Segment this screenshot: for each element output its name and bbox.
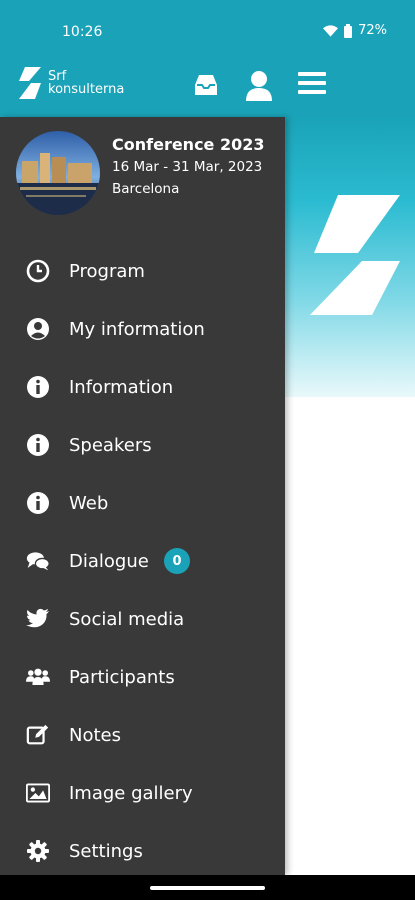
user-icon[interactable] <box>245 70 273 102</box>
status-indicators: 72% <box>323 23 387 38</box>
status-time: 10:26 <box>62 24 103 40</box>
menu-item-label: Social media <box>69 608 185 630</box>
chat-icon <box>26 549 50 573</box>
menu-item-participants[interactable]: Participants <box>0 648 285 706</box>
menu-item-label: Dialogue <box>69 550 149 572</box>
home-gesture-handle[interactable] <box>150 886 265 890</box>
info-icon <box>26 375 50 399</box>
menu-item-web[interactable]: Web <box>0 474 285 532</box>
menu-item-label: Program <box>69 260 145 282</box>
drawer-menu: Program My information Information Speak… <box>0 242 285 880</box>
menu-item-notes[interactable]: Notes <box>0 706 285 764</box>
battery-level: 72% <box>358 23 387 38</box>
menu-item-label: Information <box>69 376 174 398</box>
inbox-icon[interactable] <box>191 70 221 100</box>
menu-item-dialogue[interactable]: Dialogue 0 <box>0 532 285 590</box>
menu-item-settings[interactable]: Settings <box>0 822 285 880</box>
event-header[interactable]: Conference 2023 16 Mar - 31 Mar, 2023 Ba… <box>16 131 265 215</box>
status-bar: 10:26 72% <box>0 0 415 62</box>
logo-text: Srf konsulterna <box>48 70 124 96</box>
info-icon <box>26 491 50 515</box>
users-icon <box>26 665 50 689</box>
app-bar: Srf konsulterna <box>0 62 415 117</box>
info-icon <box>26 433 50 457</box>
event-title: Conference 2023 <box>112 135 265 154</box>
logo-watermark-icon <box>310 195 400 315</box>
navigation-drawer: Conference 2023 16 Mar - 31 Mar, 2023 Ba… <box>0 117 285 875</box>
menu-item-my-information[interactable]: My information <box>0 300 285 358</box>
menu-item-speakers[interactable]: Speakers <box>0 416 285 474</box>
menu-item-program[interactable]: Program <box>0 242 285 300</box>
logo: Srf konsulterna <box>16 66 124 100</box>
logo-line2: konsulterna <box>48 82 125 97</box>
system-nav-bar <box>0 875 415 900</box>
menu-item-label: Image gallery <box>69 782 193 804</box>
battery-icon <box>344 23 353 38</box>
menu-item-label: Speakers <box>69 434 152 456</box>
event-city: Barcelona <box>112 181 180 197</box>
twitter-icon <box>26 607 50 631</box>
image-icon <box>26 781 50 805</box>
event-photo <box>16 131 100 215</box>
unread-badge: 0 <box>164 548 190 574</box>
menu-item-label: Web <box>69 492 109 514</box>
clock-icon <box>26 259 50 283</box>
user-circle-icon <box>26 317 50 341</box>
event-dates: 16 Mar - 31 Mar, 2023 <box>112 159 263 175</box>
menu-icon[interactable] <box>297 68 327 98</box>
menu-item-social-media[interactable]: Social media <box>0 590 285 648</box>
edit-icon <box>26 723 50 747</box>
menu-item-label: Settings <box>69 840 143 862</box>
menu-item-label: Notes <box>69 724 121 746</box>
menu-item-label: My information <box>69 318 205 340</box>
wifi-icon <box>323 24 339 37</box>
logo-mark-icon <box>19 67 41 99</box>
menu-item-information[interactable]: Information <box>0 358 285 416</box>
menu-item-label: Participants <box>69 666 175 688</box>
gear-icon <box>26 839 50 863</box>
menu-item-image-gallery[interactable]: Image gallery <box>0 764 285 822</box>
